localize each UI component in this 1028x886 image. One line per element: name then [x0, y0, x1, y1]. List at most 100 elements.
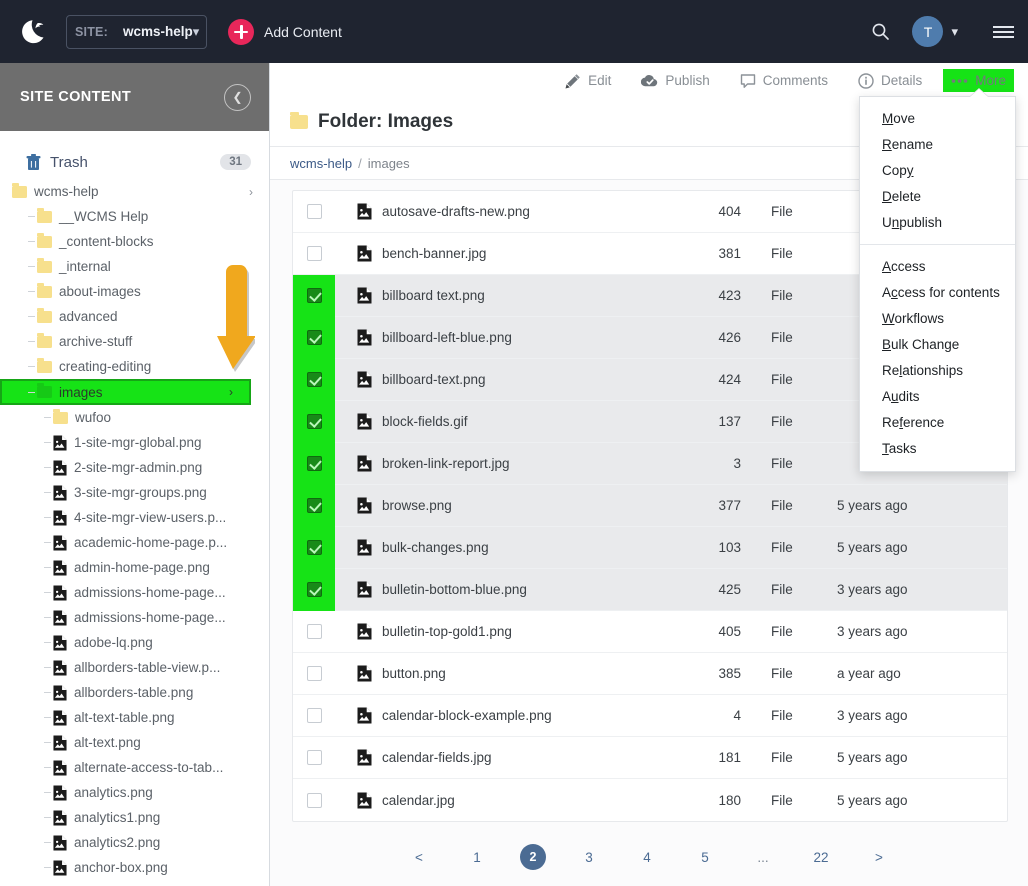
row-checkbox[interactable] [293, 274, 335, 317]
chevron-left-icon[interactable]: ❮ [224, 83, 251, 111]
table-row[interactable]: calendar.jpg 180 File 5 years ago [293, 779, 1007, 821]
add-content-button[interactable]: Add Content [228, 18, 342, 45]
table-row[interactable]: bulletin-bottom-blue.png 425 File 3 years a… [293, 568, 1007, 611]
table-row[interactable]: calendar-block-example.png 4 File 3 years a… [293, 695, 1007, 737]
tree-connector [44, 567, 51, 568]
comments-button[interactable]: Comments [731, 69, 837, 93]
row-checkbox[interactable] [293, 316, 335, 359]
sidebar-item-analytics1-png[interactable]: analytics1.png [0, 805, 269, 830]
sidebar-item-1-site-mgr-global-png[interactable]: 1-site-mgr-global.png [0, 430, 269, 455]
sidebar-item-wcms-help[interactable]: __WCMS Help [0, 204, 269, 229]
row-number: 425 [718, 582, 741, 597]
row-checkbox[interactable] [293, 779, 335, 821]
sidebar-item-admissions-home-page[interactable]: admissions-home-page... [0, 580, 269, 605]
dropdown-arrow-icon [970, 88, 988, 97]
sidebar-item-alt-text-png[interactable]: alt-text.png [0, 730, 269, 755]
row-checkbox[interactable] [293, 737, 335, 779]
row-checkbox[interactable] [293, 484, 335, 527]
crescent-logo-icon[interactable] [8, 17, 62, 47]
sidebar-item-academic-home-page-p[interactable]: academic-home-page.p... [0, 530, 269, 555]
edit-button[interactable]: Edit [556, 69, 620, 93]
menu-item-rename[interactable]: Rename [860, 132, 1015, 158]
menu-item-workflows[interactable]: Workflows [860, 306, 1015, 332]
search-icon[interactable] [849, 22, 912, 41]
sidebar-item-trash[interactable]: Trash 31 [0, 145, 269, 179]
row-checkbox[interactable] [293, 400, 335, 443]
sidebar-item-about-images[interactable]: about-images [0, 279, 269, 304]
breadcrumb-root[interactable]: wcms-help [290, 156, 352, 171]
menu-item-reference[interactable]: Reference [860, 410, 1015, 436]
row-name-cell: bulletin-bottom-blue.png [335, 581, 655, 598]
folder-icon [290, 111, 308, 129]
menu-item-bulk-change[interactable]: Bulk Change [860, 332, 1015, 358]
page-title: Folder: Images [318, 111, 454, 132]
details-button[interactable]: Details [849, 69, 931, 93]
row-checkbox[interactable] [293, 568, 335, 611]
pagination-page-1[interactable]: 1 [462, 842, 492, 872]
sidebar-item-alternate-access-to-tab[interactable]: alternate-access-to-tab... [0, 755, 269, 780]
row-checkbox[interactable] [293, 233, 335, 275]
pagination-page-22[interactable]: 22 [806, 842, 836, 872]
menu-item-tasks[interactable]: Tasks [860, 436, 1015, 462]
menu-item-relationships[interactable]: Relationships [860, 358, 1015, 384]
row-checkbox[interactable] [293, 442, 335, 485]
pagination-prev[interactable]: < [404, 842, 434, 872]
table-row[interactable]: bulk-changes.png 103 File 5 years ago [293, 526, 1007, 569]
menu-item-move[interactable]: Move [860, 106, 1015, 132]
sidebar-item-wcms-help[interactable]: wcms-help › [0, 179, 269, 204]
sidebar-item-wufoo[interactable]: wufoo [0, 405, 269, 430]
sidebar-item-advanced[interactable]: advanced [0, 304, 269, 329]
row-checkbox[interactable] [293, 695, 335, 737]
pagination-page-3[interactable]: 3 [574, 842, 604, 872]
sidebar-item-2-site-mgr-admin-png[interactable]: 2-site-mgr-admin.png [0, 455, 269, 480]
menu-item-access[interactable]: Access [860, 254, 1015, 280]
row-checkbox[interactable] [293, 653, 335, 695]
image-file-icon [53, 760, 67, 775]
user-menu[interactable]: T ▾ [912, 16, 958, 47]
sidebar-item-anchor-box-png[interactable]: anchor-box.png [0, 855, 269, 880]
table-row[interactable]: calendar-fields.jpg 181 File 5 years ago [293, 737, 1007, 779]
sidebar-item-allborders-table-png[interactable]: allborders-table.png [0, 680, 269, 705]
sidebar-item-3-site-mgr-groups-png[interactable]: 3-site-mgr-groups.png [0, 480, 269, 505]
tree-connector [28, 216, 35, 217]
chevron-right-icon[interactable]: › [249, 185, 253, 199]
menu-divider [860, 244, 1015, 245]
sidebar-item-admin-home-page-png[interactable]: admin-home-page.png [0, 555, 269, 580]
site-selector[interactable]: SITE: wcms-help ▾ [66, 14, 207, 49]
pagination-next[interactable]: > [864, 842, 894, 872]
pagination-page-4[interactable]: 4 [632, 842, 662, 872]
image-file-icon [357, 581, 372, 598]
row-date: 3 years ago [837, 708, 908, 723]
row-date: a year ago [837, 666, 901, 681]
table-row[interactable]: bulletin-top-gold1.png 405 File 3 years ago [293, 611, 1007, 653]
sidebar-item-internal[interactable]: _internal [0, 254, 269, 279]
hamburger-icon[interactable] [958, 23, 1014, 41]
sidebar-item-admissions-home-page[interactable]: admissions-home-page... [0, 605, 269, 630]
menu-item-delete[interactable]: Delete [860, 184, 1015, 210]
sidebar-item-creating-editing[interactable]: creating-editing [0, 354, 269, 379]
sidebar-item-analytics2-png[interactable]: analytics2.png [0, 830, 269, 855]
row-checkbox[interactable] [293, 526, 335, 569]
menu-item-access-for-contents[interactable]: Access for contents [860, 280, 1015, 306]
sidebar-item-content-blocks[interactable]: _content-blocks [0, 229, 269, 254]
row-checkbox[interactable] [293, 611, 335, 653]
sidebar-item-analytics-png[interactable]: analytics.png [0, 780, 269, 805]
sidebar-item-images[interactable]: images › [0, 379, 251, 405]
sidebar-item-alt-text-table-png[interactable]: alt-text-table.png [0, 705, 269, 730]
sidebar-item-allborders-table-view-p[interactable]: allborders-table-view.p... [0, 655, 269, 680]
tree-connector [44, 667, 51, 668]
sidebar-item-adobe-lq-png[interactable]: adobe-lq.png [0, 630, 269, 655]
pagination-page-2[interactable]: 2 [520, 844, 546, 870]
menu-item-copy[interactable]: Copy [860, 158, 1015, 184]
row-checkbox[interactable] [293, 358, 335, 401]
row-checkbox[interactable] [293, 191, 335, 233]
chevron-right-icon[interactable]: › [229, 385, 233, 399]
publish-button[interactable]: Publish [632, 69, 718, 93]
sidebar-item-archive-stuff[interactable]: archive-stuff [0, 329, 269, 354]
sidebar-item-4-site-mgr-view-users-p[interactable]: 4-site-mgr-view-users.p... [0, 505, 269, 530]
menu-item-unpublish[interactable]: Unpublish [860, 210, 1015, 236]
table-row[interactable]: button.png 385 File a year ago [293, 653, 1007, 695]
pagination-page-5[interactable]: 5 [690, 842, 720, 872]
table-row[interactable]: browse.png 377 File 5 years ago [293, 484, 1007, 527]
menu-item-audits[interactable]: Audits [860, 384, 1015, 410]
